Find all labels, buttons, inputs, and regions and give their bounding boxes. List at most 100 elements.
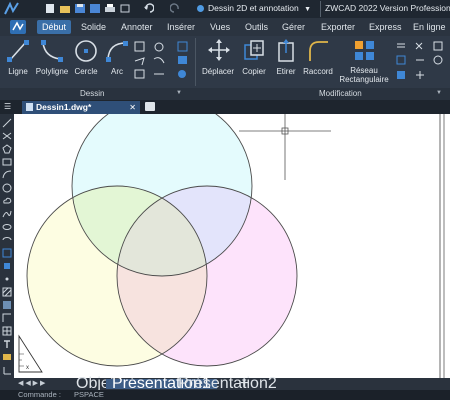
line-tool-label: Ligne xyxy=(8,67,28,76)
divider xyxy=(320,1,321,17)
tab-solide[interactable]: Solide xyxy=(76,20,111,34)
region-icon[interactable] xyxy=(2,313,12,323)
command-label: Commande : xyxy=(18,390,61,399)
open-icon[interactable] xyxy=(60,3,70,14)
ellipse-icon[interactable] xyxy=(2,222,12,232)
polyline-icon xyxy=(41,40,63,62)
arc-icon[interactable] xyxy=(2,170,12,180)
tab-en-ligne[interactable]: En ligne xyxy=(408,20,450,34)
tab-gerer[interactable]: Gérer xyxy=(277,20,310,34)
document-tab-label: Dessin1.dwg* xyxy=(36,102,92,112)
tab-inserer[interactable]: Insérer xyxy=(162,20,200,34)
panel-label-draw: Dessin xyxy=(80,89,105,98)
save-icon[interactable] xyxy=(75,3,85,14)
construction-line-icon[interactable] xyxy=(2,131,12,141)
polygon-icon[interactable] xyxy=(2,144,12,154)
undo-icon[interactable] xyxy=(144,3,154,14)
app-title: ZWCAD 2022 Version Professionne xyxy=(325,3,450,13)
logo-icon[interactable] xyxy=(3,1,21,17)
stretch-tool-label: Etirer xyxy=(276,67,296,76)
polyline-tool-label: Polyligne xyxy=(35,67,69,76)
panel-label-modify: Modification xyxy=(319,89,362,98)
select-icon[interactable] xyxy=(120,3,130,14)
redo-icon[interactable] xyxy=(170,3,180,14)
space-indicator: PSPACE xyxy=(74,390,104,399)
ellipse-arc-icon[interactable] xyxy=(2,235,12,245)
left-toolbar xyxy=(0,114,14,384)
gradient-icon[interactable] xyxy=(2,300,12,310)
circle-icon xyxy=(75,40,97,62)
app-menu-icon[interactable] xyxy=(10,20,26,34)
divider xyxy=(195,38,196,86)
command-line[interactable]: Commande : PSPACE xyxy=(0,390,450,400)
workspace-selector[interactable]: Dessin 2D et annotation ▼ xyxy=(197,1,315,16)
insert-block-icon[interactable] xyxy=(2,248,12,258)
tab-exporter[interactable]: Exporter xyxy=(316,20,360,34)
print-icon[interactable] xyxy=(105,3,115,14)
menu-icon[interactable]: ☰ xyxy=(4,102,16,112)
make-block-icon[interactable] xyxy=(2,261,12,271)
ucs-icon: x xyxy=(18,334,43,373)
hatch-icon[interactable] xyxy=(2,287,12,297)
chevron-down-icon[interactable]: ▼ xyxy=(176,90,182,96)
fillet-tool-label: Raccord xyxy=(303,67,333,76)
arc-icon xyxy=(106,41,128,62)
chevron-down-icon[interactable]: ▼ xyxy=(436,90,442,96)
spline-icon[interactable] xyxy=(2,209,12,219)
tab-outils[interactable]: Outils xyxy=(240,20,273,34)
document-tab[interactable]: Dessin1.dwg* ✕ xyxy=(22,101,140,114)
modify-tools-grid[interactable] xyxy=(396,41,450,81)
tab-annoter[interactable]: Annoter xyxy=(116,20,158,34)
point-icon[interactable] xyxy=(2,274,12,284)
array-tool-label-line2: Rectangulaire xyxy=(339,75,389,84)
polyline-tool-button[interactable]: Polyligne xyxy=(34,38,70,78)
stretch-icon xyxy=(278,39,294,62)
copy-icon xyxy=(244,40,264,60)
ribbon-panel-bar: Dessin ▼ Modification ▼ xyxy=(0,88,450,100)
layout-nav-arrows[interactable]: ◀ ◀ ▶ ▶ xyxy=(18,379,64,389)
svg-text:x: x xyxy=(26,365,29,371)
close-icon[interactable]: ✕ xyxy=(129,101,136,114)
add-layout-button[interactable]: + xyxy=(234,376,255,392)
draw-tools-grid[interactable] xyxy=(134,41,192,79)
array-tool-button[interactable]: Réseau Rectangulaire xyxy=(336,38,392,88)
tab-vues[interactable]: Vues xyxy=(205,20,235,34)
circle-tool-label: Cercle xyxy=(74,67,98,76)
workspace-icon xyxy=(197,5,204,13)
chevron-down-icon: ▼ xyxy=(304,6,312,13)
save-as-icon[interactable] xyxy=(90,3,100,14)
arc-tool-label: Arc xyxy=(111,67,123,76)
layout-tab-presentation2[interactable]: Présentation2 xyxy=(172,376,283,392)
add-selected-icon[interactable] xyxy=(2,352,12,362)
array-tool-label-line1: Réseau xyxy=(350,66,378,75)
move-icon xyxy=(208,39,230,61)
rectangle-icon[interactable] xyxy=(2,157,12,167)
line-icon[interactable] xyxy=(2,118,12,128)
tab-express[interactable]: Express xyxy=(364,20,407,34)
circle-icon[interactable] xyxy=(2,183,12,193)
tab-debut[interactable]: Début xyxy=(37,20,72,34)
new-tab-icon[interactable] xyxy=(145,102,155,111)
fillet-icon xyxy=(309,41,328,61)
drawing-svg: x xyxy=(18,114,445,380)
line-tool-button[interactable]: Ligne xyxy=(2,38,34,78)
ucs-icon[interactable] xyxy=(2,365,12,375)
text-icon[interactable] xyxy=(2,339,12,349)
array-icon xyxy=(355,41,374,60)
circle-tool-button[interactable]: Cercle xyxy=(70,38,102,78)
document-icon xyxy=(26,103,33,111)
workspace-label: Dessin 2D et annotation xyxy=(208,3,299,13)
title-bar: Dessin 2D et annotation ▼ ZWCAD 2022 Ver… xyxy=(0,0,450,18)
ribbon-tabs: Début Solide Annoter Insérer Vues Outils… xyxy=(0,18,450,36)
move-tool-button[interactable]: Déplacer xyxy=(199,38,237,78)
drawing-canvas[interactable]: x xyxy=(14,114,450,380)
copy-tool-button[interactable]: Copier xyxy=(237,38,271,78)
cloud-icon[interactable] xyxy=(2,196,12,206)
new-icon[interactable] xyxy=(45,3,55,14)
arc-tool-button[interactable]: Arc xyxy=(102,38,132,78)
move-tool-label: Déplacer xyxy=(201,67,234,76)
copy-tool-label: Copier xyxy=(242,67,266,76)
table-icon[interactable] xyxy=(2,326,12,336)
fillet-tool-button[interactable]: Raccord xyxy=(300,38,336,78)
stretch-tool-button[interactable]: Etirer xyxy=(271,38,301,78)
